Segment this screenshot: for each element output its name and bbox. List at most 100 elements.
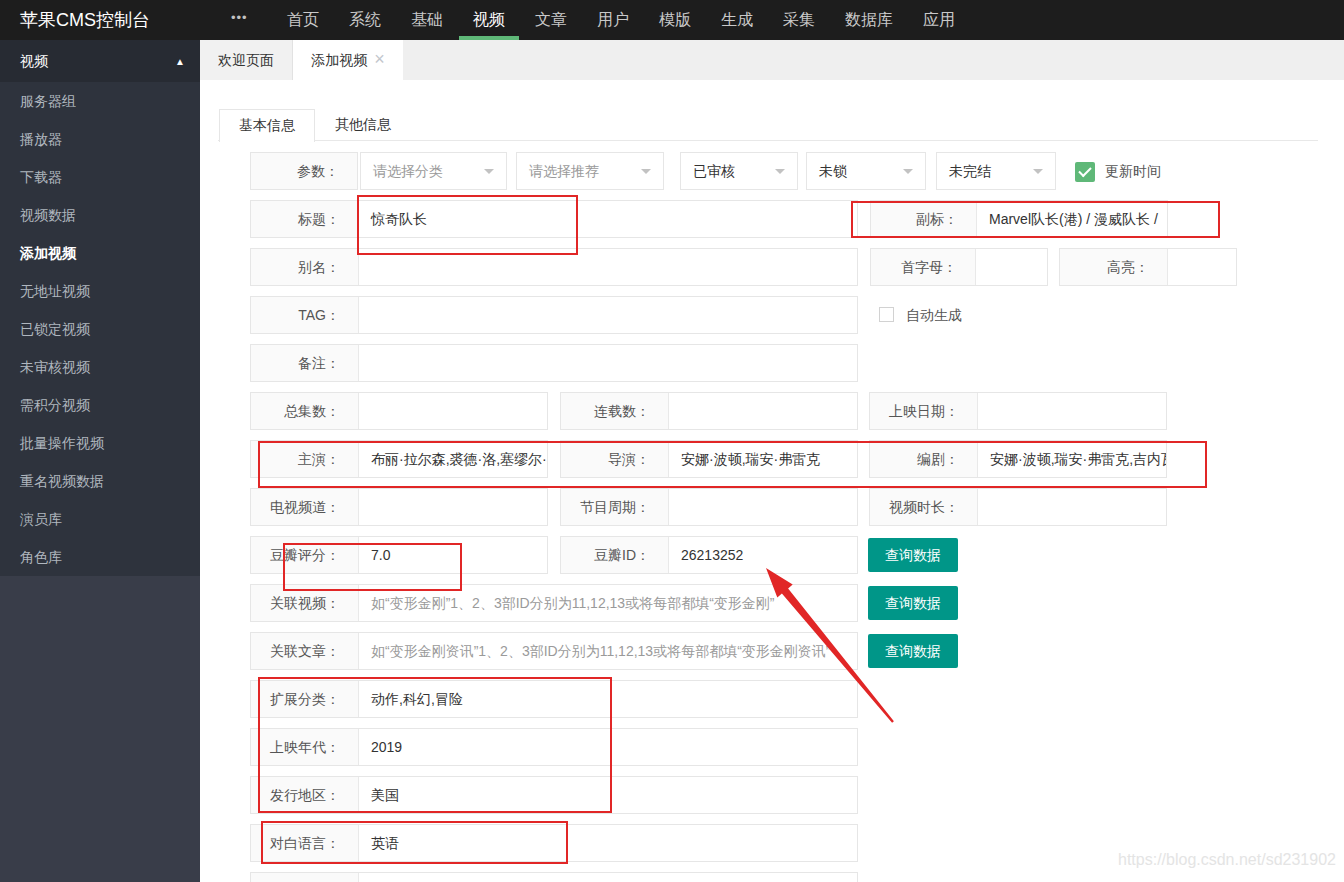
highlight-label: 高亮：	[1060, 249, 1168, 285]
auto-generate-checkbox[interactable]	[879, 307, 894, 322]
sidebar-item-4[interactable]: 视频数据	[0, 196, 200, 234]
channel-col3-label: 视频时长：	[870, 489, 978, 525]
menu-item-11[interactable]: 应用	[909, 0, 969, 40]
page-tab-label: 欢迎页面	[218, 52, 274, 68]
sidebar: 视频 ▲ 服务器组播放器下载器视频数据添加视频无地址视频已锁定视频未审核视频需积…	[0, 40, 200, 882]
watermark: https://blog.csdn.net/sd231902	[1118, 851, 1336, 869]
update-time-checkbox[interactable]	[1075, 162, 1095, 182]
select-value: 未锁	[819, 163, 847, 179]
highlight-input[interactable]	[1168, 249, 1236, 285]
partial-label	[251, 873, 359, 882]
auto-generate-label: 自动生成	[906, 296, 962, 334]
episodes-col3-input[interactable]	[978, 393, 1166, 429]
tab-basic-info[interactable]: 基本信息	[219, 109, 315, 142]
initial-label: 首字母：	[871, 249, 976, 285]
menu-item-4[interactable]: 视频	[459, 0, 519, 40]
sidebar-menu: 服务器组播放器下载器视频数据添加视频无地址视频已锁定视频未审核视频需积分视频批量…	[0, 82, 200, 576]
page-tab-1[interactable]: 欢迎页面	[200, 40, 293, 80]
close-tab-icon[interactable]: ×	[374, 50, 385, 68]
chevron-down-icon	[903, 169, 913, 179]
menu-item-6[interactable]: 用户	[583, 0, 643, 40]
sidebar-item-7[interactable]: 已锁定视频	[0, 310, 200, 348]
sidebar-item-6[interactable]: 无地址视频	[0, 272, 200, 310]
sidebar-item-13[interactable]: 角色库	[0, 538, 200, 576]
sidebar-item-8[interactable]: 未审核视频	[0, 348, 200, 386]
sidebar-item-11[interactable]: 重名视频数据	[0, 462, 200, 500]
sidebar-item-10[interactable]: 批量操作视频	[0, 424, 200, 462]
annotation-box	[851, 201, 1220, 238]
tab-other-info[interactable]: 其他信息	[315, 109, 411, 142]
page-tab-2[interactable]: 添加视频 ×	[293, 40, 403, 80]
menu-item-10[interactable]: 数据库	[831, 0, 907, 40]
select-value: 未完结	[949, 163, 991, 179]
menu-item-7[interactable]: 模版	[645, 0, 705, 40]
episodes-col2-label: 连载数：	[561, 393, 669, 429]
episodes-col1-input[interactable]	[359, 393, 547, 429]
rel_article-label: 关联文章：	[251, 633, 359, 669]
partial-field	[250, 872, 858, 882]
douban-col2-label: 豆瓣ID：	[561, 537, 669, 573]
episodes-col1-label: 总集数：	[251, 393, 359, 429]
top-navbar: 苹果CMS控制台 ••• 首页系统基础视频文章用户模版生成采集数据库应用	[0, 0, 1344, 40]
annotation-arrow	[740, 550, 910, 735]
select-5[interactable]: 未完结	[936, 152, 1056, 190]
chevron-down-icon	[775, 169, 785, 179]
initial-input[interactable]	[976, 249, 1047, 285]
annotation-box	[283, 543, 462, 591]
menu-item-9[interactable]: 采集	[769, 0, 829, 40]
annotation-box	[357, 195, 578, 255]
episodes-col3-label: 上映日期：	[870, 393, 978, 429]
tab-bar: 欢迎页面 添加视频 ×	[200, 40, 1344, 80]
sidebar-item-2[interactable]: 播放器	[0, 120, 200, 158]
params-label: 参数：	[250, 152, 358, 190]
menu-item-1[interactable]: 首页	[273, 0, 333, 40]
select-value: 请选择推荐	[529, 163, 599, 179]
title-label: 标题：	[251, 201, 359, 237]
episodes-col3-field: 上映日期：	[869, 392, 1167, 430]
annotation-box	[261, 821, 568, 864]
sidebar-section-label: 视频	[20, 53, 48, 69]
channel-col1-field: 电视频道：	[250, 488, 548, 526]
channel-col2-field: 节目周期：	[560, 488, 858, 526]
sidebar-item-5[interactable]: 添加视频	[0, 234, 200, 272]
more-icon[interactable]: •••	[231, 0, 248, 36]
remark-label: 备注：	[251, 345, 359, 381]
sidebar-item-3[interactable]: 下载器	[0, 158, 200, 196]
episodes-col1-field: 总集数：	[250, 392, 548, 430]
tag-input[interactable]	[359, 297, 857, 333]
remark-input[interactable]	[359, 345, 857, 381]
sidebar-section-video[interactable]: 视频 ▲	[0, 40, 200, 82]
initial-field: 首字母：	[870, 248, 1048, 286]
sidebar-item-1[interactable]: 服务器组	[0, 82, 200, 120]
select-2[interactable]: 请选择推荐	[516, 152, 664, 190]
select-value: 已审核	[693, 163, 735, 179]
menu-item-3[interactable]: 基础	[397, 0, 457, 40]
channel-col3-input[interactable]	[978, 489, 1166, 525]
chevron-down-icon	[484, 169, 494, 179]
partial-input[interactable]	[359, 873, 857, 882]
tag-label: TAG：	[251, 297, 359, 333]
update-time-label: 更新时间	[1105, 152, 1161, 190]
highlight-field: 高亮：	[1059, 248, 1237, 286]
select-4[interactable]: 未锁	[806, 152, 926, 190]
menu-item-8[interactable]: 生成	[707, 0, 767, 40]
sidebar-item-9[interactable]: 需积分视频	[0, 386, 200, 424]
channel-col1-input[interactable]	[359, 489, 547, 525]
app-title: 苹果CMS控制台	[20, 0, 150, 40]
select-1[interactable]: 请选择分类	[360, 152, 507, 190]
channel-col2-input[interactable]	[669, 489, 857, 525]
remark-field: 备注：	[250, 344, 858, 382]
chevron-down-icon	[1033, 169, 1043, 179]
chevron-down-icon	[641, 169, 651, 179]
menu-item-5[interactable]: 文章	[521, 0, 581, 40]
channel-col2-label: 节目周期：	[561, 489, 669, 525]
select-3[interactable]: 已审核	[680, 152, 798, 190]
annotation-box	[258, 677, 612, 813]
annotation-box	[258, 441, 1207, 488]
sidebar-item-12[interactable]: 演员库	[0, 500, 200, 538]
select-value: 请选择分类	[373, 163, 443, 179]
episodes-col2-input[interactable]	[669, 393, 857, 429]
page-tab-label: 添加视频	[311, 40, 367, 80]
menu-item-2[interactable]: 系统	[335, 0, 395, 40]
main-menu: 首页系统基础视频文章用户模版生成采集数据库应用	[273, 0, 971, 40]
